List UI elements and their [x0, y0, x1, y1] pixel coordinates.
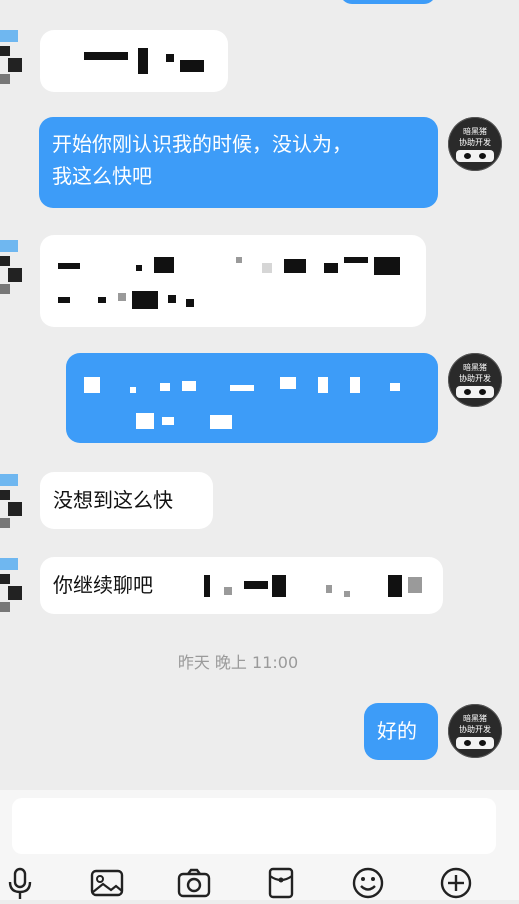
censored-text	[84, 377, 100, 393]
input-toolbar	[0, 862, 519, 900]
message-bubble-received[interactable]: 没想到这么快	[40, 472, 213, 529]
partial-message-bubble[interactable]	[340, 0, 436, 4]
emoji-icon[interactable]	[350, 866, 386, 900]
message-bubble-received[interactable]	[40, 30, 228, 92]
image-icon[interactable]	[89, 866, 125, 900]
user-avatar[interactable]: 暗黑猪 协助开发	[448, 353, 502, 407]
user-avatar[interactable]: 暗黑猪 协助开发	[448, 117, 502, 171]
plus-icon[interactable]	[438, 866, 474, 900]
message-bubble-sent[interactable]: 好的	[364, 703, 438, 760]
censored-text	[58, 263, 80, 269]
message-bubble-received[interactable]: 你继续聊吧	[40, 557, 443, 614]
chat-area: 开始你刚认识我的时候，没认为， 我这么快吧 暗黑猪 协助开发 暗黑猪 协助开发 …	[0, 0, 519, 790]
censored-text	[84, 52, 128, 60]
contact-avatar[interactable]	[0, 240, 30, 298]
message-bubble-sent[interactable]: 开始你刚认识我的时候，没认为， 我这么快吧	[39, 117, 438, 208]
message-timestamp: 昨天 晚上 11:00	[177, 653, 299, 672]
message-input[interactable]	[12, 798, 496, 854]
contact-avatar[interactable]	[0, 30, 30, 88]
contact-avatar[interactable]	[0, 558, 30, 616]
message-text: 你继续聊吧	[53, 573, 153, 597]
message-bubble-received[interactable]	[40, 235, 426, 327]
message-bubble-sent[interactable]	[66, 353, 438, 443]
user-avatar[interactable]: 暗黑猪 协助开发	[448, 704, 502, 758]
camera-icon[interactable]	[176, 866, 212, 900]
microphone-icon[interactable]	[2, 866, 38, 900]
censored-text	[204, 575, 210, 597]
red-packet-icon[interactable]	[263, 866, 299, 900]
contact-avatar[interactable]	[0, 474, 30, 532]
